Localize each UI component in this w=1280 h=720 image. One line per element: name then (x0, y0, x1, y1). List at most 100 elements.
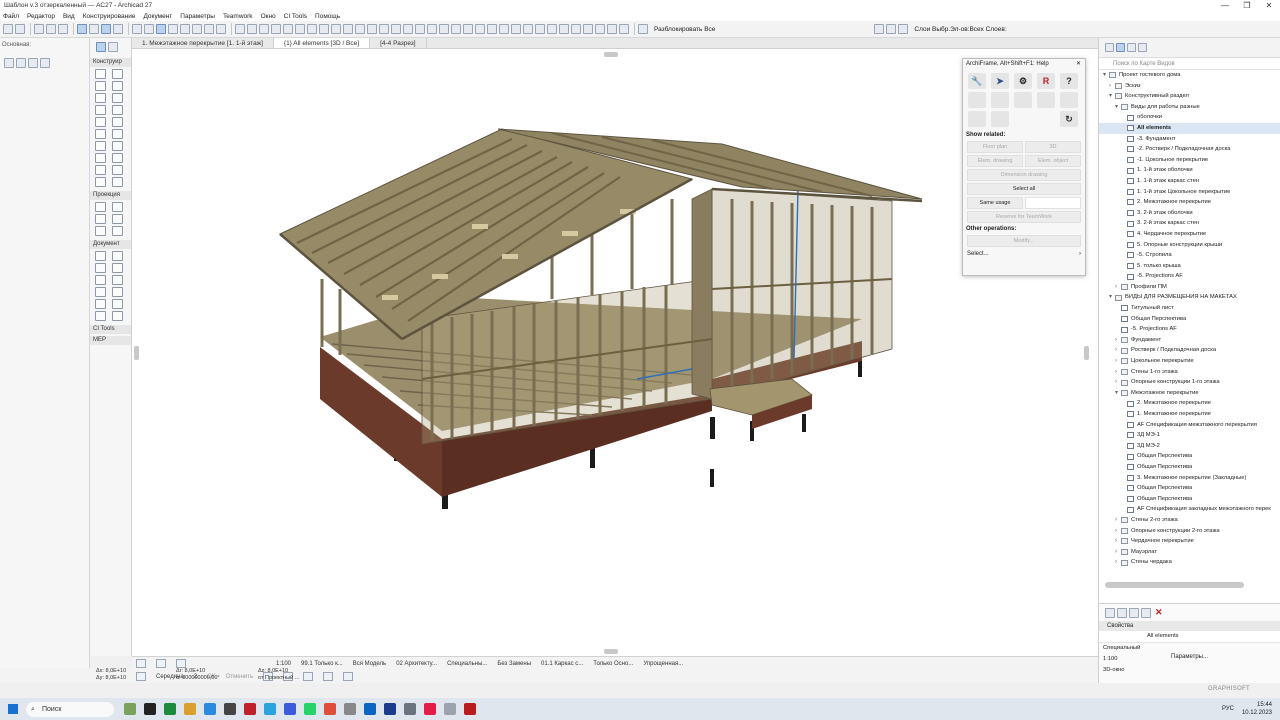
shell-tool-icon[interactable] (111, 105, 123, 115)
shading-icon[interactable] (319, 24, 329, 34)
layer-icon[interactable] (77, 24, 87, 34)
intersect-icon[interactable] (451, 24, 461, 34)
view-map-item[interactable]: 3Д МЭ-2 (1099, 441, 1280, 452)
view-map-item[interactable]: 1. 1-й этаж оболочки (1099, 165, 1280, 176)
view-map-item[interactable]: -1. Цокольное перекрытие (1099, 155, 1280, 166)
zoom-icon[interactable] (176, 659, 186, 668)
marquee-icon[interactable] (144, 24, 154, 34)
view-map-item[interactable]: Общая Перспектива (1099, 314, 1280, 325)
model-view-selector[interactable]: Вся Модель (353, 661, 386, 667)
grid-snap-icon[interactable] (89, 24, 99, 34)
viewport-scroll-handle-top[interactable] (604, 52, 618, 57)
trace-icon[interactable] (156, 24, 166, 34)
wall-frame-icon[interactable] (991, 92, 1009, 108)
tab-section[interactable]: [4-4 Разрез] (370, 38, 427, 48)
grid-tool-icon[interactable] (95, 177, 106, 187)
elem-drawing-button[interactable]: Elem. drawing (967, 155, 1023, 167)
trim-icon[interactable] (415, 24, 425, 34)
viewport-scroll-handle-bottom[interactable] (604, 649, 618, 654)
worksheet-tool-icon[interactable] (111, 214, 123, 224)
layer-hide-icon[interactable] (898, 24, 909, 34)
view-settings-icon[interactable] (1141, 607, 1151, 618)
quick-options-icon[interactable] (303, 672, 314, 681)
view-map-item[interactable]: › Профили ПМ (1099, 282, 1280, 293)
view-map-item[interactable]: Титульный лист (1099, 303, 1280, 314)
section-tool-icon[interactable] (95, 202, 106, 212)
toolbox-section-document[interactable]: Документ (90, 240, 131, 249)
elevation-icon[interactable] (259, 24, 269, 34)
quick-selection-icon[interactable] (28, 58, 38, 68)
inject-icon[interactable] (46, 24, 56, 34)
resize-icon[interactable] (523, 24, 533, 34)
detail-tool-icon[interactable] (95, 226, 106, 236)
widget-icon[interactable] (124, 703, 136, 715)
view-map-item[interactable]: AF Спецификация закладных межэтажного пе… (1099, 504, 1280, 515)
view-map-item[interactable]: › Опорные конструкции 1-го этажа (1099, 377, 1280, 388)
unlock-element-icon[interactable] (619, 24, 629, 34)
view-map-item[interactable]: 3. Межэтажное перекрытие (Закладные) (1099, 473, 1280, 484)
bring-forward-icon[interactable] (583, 24, 593, 34)
edge-icon[interactable] (164, 703, 176, 715)
view-map-item[interactable]: -5. Стропила (1099, 250, 1280, 261)
project-map-icon[interactable] (1105, 43, 1114, 52)
opening-tool-icon[interactable] (111, 165, 123, 175)
viewport-scroll-handle-right[interactable] (1084, 346, 1089, 360)
menu-design[interactable]: Конструирование (83, 13, 136, 20)
toolbox-section-mep[interactable]: MEP (90, 336, 131, 345)
offset-icon[interactable] (499, 24, 509, 34)
language-indicator[interactable]: РУС (1222, 706, 1234, 712)
view-map-item[interactable]: -3. Фундамент (1099, 134, 1280, 145)
adjust-icon[interactable] (439, 24, 449, 34)
column-tool-icon[interactable] (111, 81, 123, 91)
guide-icon[interactable] (101, 24, 111, 34)
reserve-teamwork-button[interactable]: Reserve for TeamWork (967, 211, 1081, 223)
lamp-tool-icon[interactable] (95, 165, 106, 175)
navigator-horizontal-scrollbar[interactable] (1105, 582, 1244, 588)
view-map-item[interactable]: Общая Перспектива (1099, 494, 1280, 505)
scale-selector[interactable]: 1:100 (276, 661, 291, 667)
delete-icon[interactable]: ✕ (1155, 607, 1163, 618)
profile-tool-icon[interactable] (111, 177, 123, 187)
hotspot-tool-icon[interactable] (111, 311, 123, 321)
view-map-item[interactable]: Общая Перспектива (1099, 462, 1280, 473)
view-cube-icon[interactable] (323, 672, 334, 681)
youtube-icon[interactable] (464, 703, 476, 715)
pan-icon[interactable] (204, 24, 214, 34)
undo-zoom-icon[interactable] (136, 659, 146, 668)
view-map-item[interactable]: 2. Межэтажное перекрытие (1099, 398, 1280, 409)
spline-tool-icon[interactable] (95, 311, 106, 321)
geometry-method-icon[interactable] (4, 58, 14, 68)
fit-in-window-icon[interactable] (156, 659, 166, 668)
wireframe-icon[interactable] (307, 24, 317, 34)
render-mode-icon[interactable] (343, 672, 354, 681)
marquee-tool-icon[interactable] (108, 42, 118, 52)
tab-3d-all-elements[interactable]: {1} All elements [3D / Все] (273, 38, 371, 48)
align-icon[interactable] (559, 24, 569, 34)
elevate-icon[interactable] (487, 24, 497, 34)
view-map-item[interactable]: Общая Перспектива (1099, 483, 1280, 494)
unlock-all-icon[interactable] (638, 24, 648, 34)
sun-icon[interactable] (331, 24, 341, 34)
perspective-icon[interactable] (271, 24, 281, 34)
explorer-icon[interactable] (184, 703, 196, 715)
beam-icon[interactable] (968, 111, 986, 127)
arc-tool-icon[interactable] (95, 287, 106, 297)
vscode-icon[interactable] (364, 703, 376, 715)
modify-button[interactable]: Modify... (967, 235, 1081, 247)
chrome-icon[interactable] (204, 703, 216, 715)
selection-method-icon[interactable] (16, 58, 26, 68)
menu-view[interactable]: Вид (63, 13, 75, 20)
lock-icon[interactable] (367, 24, 377, 34)
figure-tool-icon[interactable] (111, 299, 123, 309)
view-map-item[interactable]: › Ростверк / Подкладочная доска (1099, 345, 1280, 356)
view-map-item[interactable]: 1. Межэтажное перекрытие (1099, 409, 1280, 420)
view-map-search[interactable]: Поиск по Карте Видов (1099, 58, 1280, 70)
pointer-icon[interactable]: ➤ (991, 73, 1009, 89)
arrow-icon[interactable] (132, 24, 142, 34)
clock[interactable]: 15:44 10.12.2023 (1242, 701, 1272, 717)
snap-icon[interactable] (136, 672, 146, 681)
view-map-item[interactable]: ▾ Конструктивный раздел (1099, 91, 1280, 102)
view-map-item[interactable]: 1. 1-й этаж каркас стен (1099, 176, 1280, 187)
elem-object-button[interactable]: Elem. object (1025, 155, 1081, 167)
3d-view-icon[interactable] (235, 24, 245, 34)
